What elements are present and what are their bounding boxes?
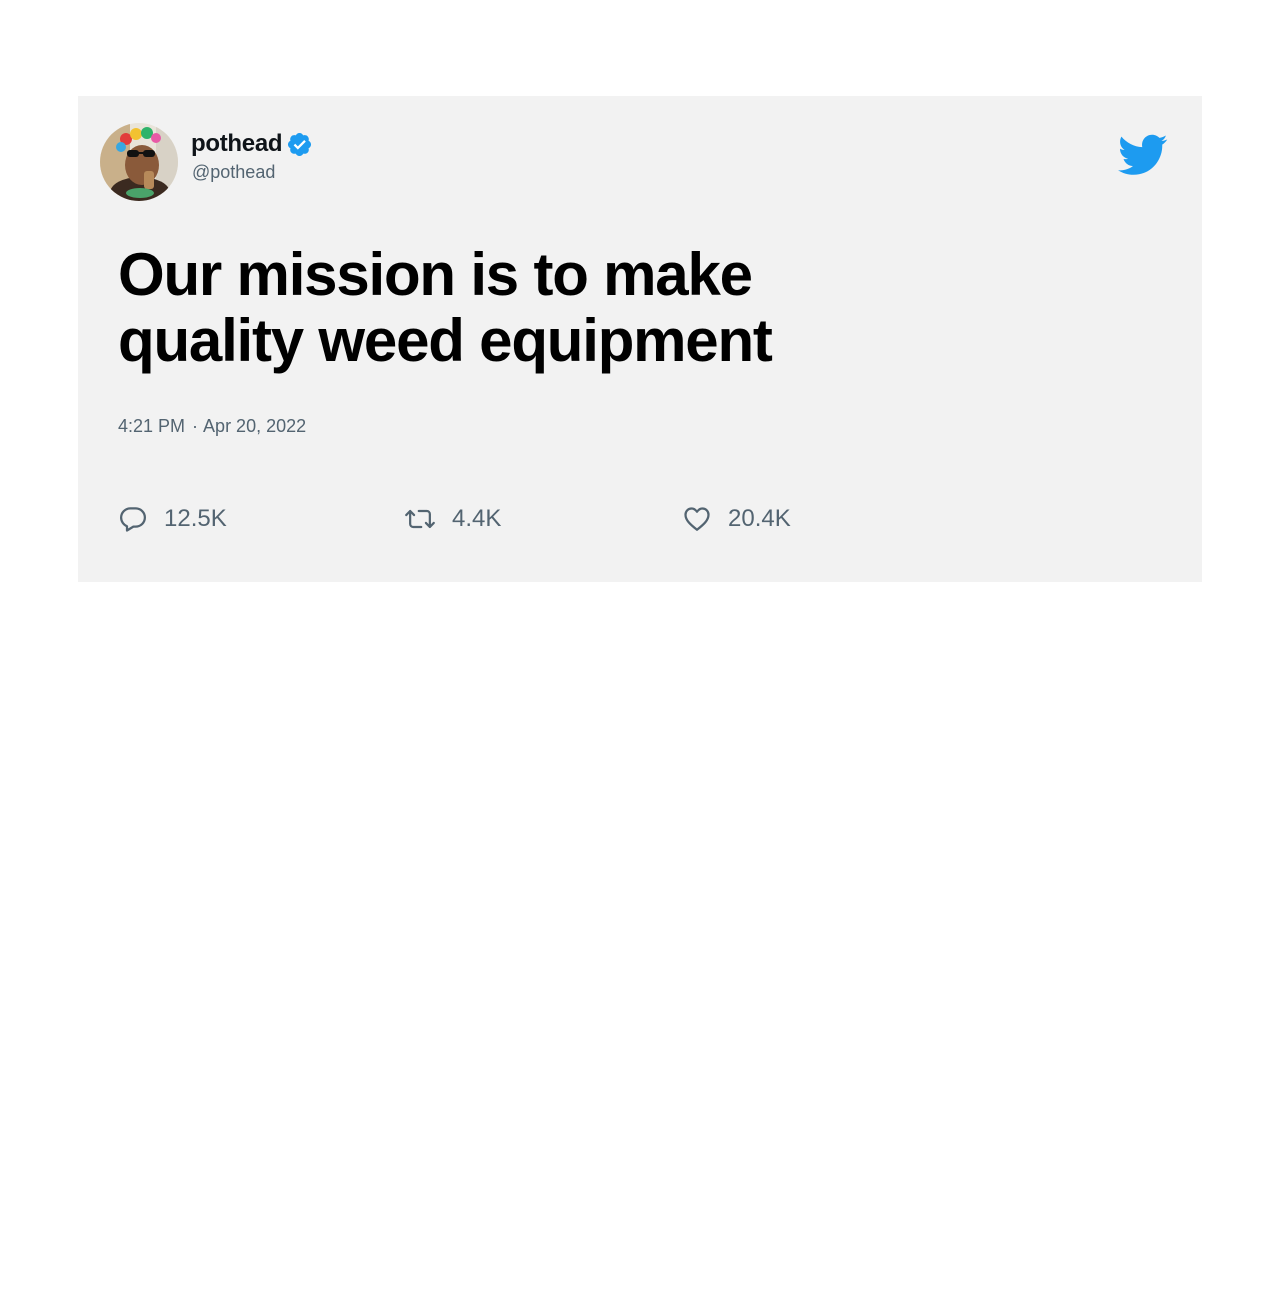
reply-icon xyxy=(120,507,146,532)
timestamp-separator: · xyxy=(192,416,199,436)
page: pothead @pothead Our mission is to make … xyxy=(0,0,1274,1300)
display-name[interactable]: pothead xyxy=(191,130,283,158)
user-handle[interactable]: @pothead xyxy=(192,162,275,183)
tweet-time[interactable]: 4:21 PM xyxy=(118,416,185,437)
reply-count: 12.5K xyxy=(164,505,227,532)
tweet-actions: 12.5K 4.4K 20.4K xyxy=(118,501,878,537)
avatar[interactable] xyxy=(100,123,178,201)
tweet-timestamp: 4:21 PM · Apr 20, 2022 xyxy=(118,416,306,437)
tweet-text: Our mission is to make quality weed equi… xyxy=(118,241,773,374)
twitter-bird-icon[interactable] xyxy=(1118,134,1168,178)
verified-badge-icon xyxy=(286,131,313,158)
reply-button[interactable]: 12.5K xyxy=(118,501,227,537)
heart-icon xyxy=(684,507,710,531)
like-count: 20.4K xyxy=(728,505,791,532)
retweet-button[interactable]: 4.4K xyxy=(404,501,501,537)
retweet-icon xyxy=(405,509,435,529)
like-button[interactable]: 20.4K xyxy=(682,501,791,537)
display-name-row: pothead xyxy=(191,129,313,159)
avatar-photo xyxy=(100,123,178,201)
tweet-date[interactable]: Apr 20, 2022 xyxy=(203,416,306,437)
retweet-count: 4.4K xyxy=(452,505,502,532)
tweet-card: pothead @pothead Our mission is to make … xyxy=(78,96,1202,582)
